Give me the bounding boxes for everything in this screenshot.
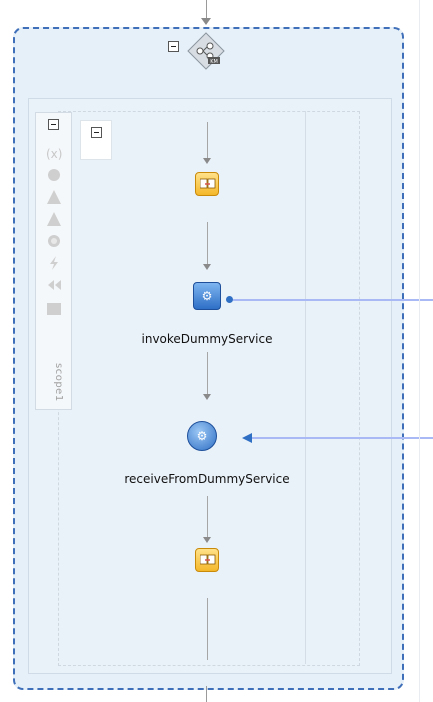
flow-collapse-button[interactable]: [168, 41, 179, 52]
receive-partner-link-line: [252, 437, 433, 439]
catch-all-icon[interactable]: [46, 211, 62, 227]
scope-label: scope1: [53, 363, 64, 402]
event-handler-icon[interactable]: [46, 233, 62, 249]
connector-line: [207, 222, 208, 267]
connector-line: [207, 352, 208, 397]
sequence-header-panel: [80, 120, 112, 160]
compensation-handler-icon[interactable]: [46, 277, 62, 293]
parallel-flow-icon[interactable]: KM: [186, 31, 226, 71]
arrow-down-icon: [203, 158, 211, 164]
message-icon[interactable]: [46, 301, 62, 317]
assign-activity[interactable]: [195, 548, 219, 572]
termination-handler-icon[interactable]: [46, 255, 62, 271]
assign-activity[interactable]: [195, 172, 219, 196]
canvas-edge-line: [419, 0, 420, 702]
scope-toolbar: (x) scope1: [35, 112, 72, 410]
incoming-arrow-icon: [201, 18, 211, 25]
outgoing-connector: [206, 686, 207, 702]
scope-collapse-button[interactable]: [48, 119, 59, 130]
connector-line: [207, 496, 208, 540]
receive-gear-icon: ⚙: [196, 429, 208, 443]
sequence-collapse-button[interactable]: [91, 127, 102, 138]
arrow-down-icon: [203, 264, 211, 270]
invoke-activity[interactable]: ⚙: [193, 282, 221, 310]
svg-text:KM: KM: [210, 59, 218, 65]
assign-icon: [200, 178, 216, 189]
lane-divider: [305, 111, 306, 664]
variables-icon[interactable]: (x): [46, 145, 62, 161]
arrow-down-icon: [203, 537, 211, 543]
connector-line: [207, 598, 208, 660]
invoke-partner-link-handle[interactable]: [226, 296, 233, 303]
fault-handler-icon[interactable]: [46, 189, 62, 205]
invoke-activity-label[interactable]: invokeDummyService: [136, 332, 278, 346]
receive-activity[interactable]: ⚙: [187, 421, 217, 451]
connector-line: [207, 122, 208, 162]
arrow-down-icon: [203, 394, 211, 400]
receive-activity-label[interactable]: receiveFromDummyService: [114, 472, 300, 486]
invoke-gear-icon: ⚙: [201, 289, 213, 303]
svg-text:(x): (x): [46, 147, 62, 161]
receive-partner-link-arrow-icon: [242, 433, 252, 443]
assign-icon: [200, 554, 216, 565]
correlation-icon[interactable]: [46, 167, 62, 183]
invoke-partner-link-line: [233, 299, 433, 301]
